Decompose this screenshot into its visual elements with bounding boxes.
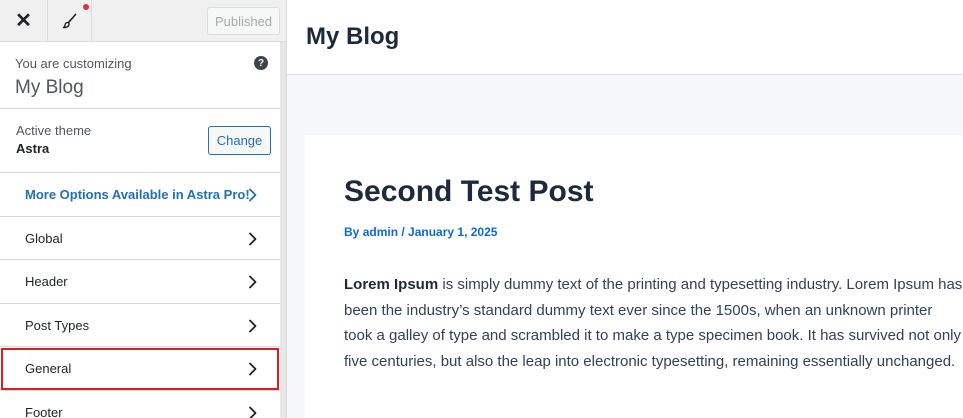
- customizing-site-name: My Blog: [15, 77, 84, 98]
- close-icon: ✕: [15, 10, 32, 32]
- excerpt-lead: Lorem Ipsum: [344, 276, 439, 293]
- meta-separator: /: [398, 225, 409, 239]
- site-header: My Blog: [287, 0, 963, 75]
- sidebar-item-footer[interactable]: Footer: [0, 390, 280, 418]
- sidebar-item-global[interactable]: Global: [0, 216, 280, 260]
- change-theme-button[interactable]: Change: [208, 126, 271, 155]
- close-customizer-button[interactable]: ✕: [0, 0, 48, 41]
- site-title[interactable]: My Blog: [306, 23, 399, 51]
- active-theme-section: Active theme Astra Change: [0, 109, 280, 173]
- chevron-right-icon: [249, 362, 257, 376]
- sidebar-scrollbar[interactable]: [280, 42, 286, 418]
- sidebar-item-general[interactable]: General: [0, 347, 280, 391]
- customizer-sidebar: ✕ Published You are customizing My Blog …: [0, 0, 287, 418]
- customizing-info: You are customizing My Blog ?: [0, 42, 280, 109]
- post-meta: By admin / January 1, 2025: [344, 225, 497, 239]
- post-title[interactable]: Second Test Post: [344, 175, 594, 209]
- active-theme-label: Active theme: [16, 123, 92, 138]
- notification-dot: [83, 4, 89, 10]
- help-icon[interactable]: ?: [254, 56, 268, 70]
- sidebar-item-post-types[interactable]: Post Types: [0, 303, 280, 347]
- active-theme-name: Astra: [16, 141, 50, 156]
- customizing-label: You are customizing: [15, 56, 132, 71]
- sidebar-item-header[interactable]: Header: [0, 260, 280, 304]
- sidebar-item-more-options-available-in-astra-pro[interactable]: More Options Available in Astra Pro!: [0, 173, 280, 217]
- chevron-right-icon: [249, 232, 257, 245]
- brush-icon: [62, 13, 76, 28]
- chevron-right-icon: [249, 319, 257, 332]
- chevron-right-icon: [249, 275, 257, 289]
- customizer-menu: More Options Available in Astra Pro! Glob…: [0, 173, 280, 418]
- published-button[interactable]: Published: [207, 7, 280, 35]
- author-link[interactable]: admin: [363, 225, 398, 239]
- chevron-right-icon: [249, 188, 257, 202]
- sidebar-item-label: Footer: [25, 404, 63, 418]
- sidebar-item-label: Global: [25, 230, 63, 246]
- sidebar-item-label: General: [25, 361, 72, 376]
- meta-prefix: By: [344, 225, 363, 239]
- post-card: Second Test Post By admin / January 1, 2…: [305, 135, 963, 418]
- chevron-right-icon: [249, 406, 257, 418]
- site-preview: My Blog Second Test Post By admin / Janu…: [287, 0, 963, 418]
- customizer-topbar: ✕ Published: [0, 0, 286, 42]
- sidebar-item-label: Post Types: [25, 317, 90, 333]
- date-link[interactable]: January 1, 2025: [408, 225, 497, 239]
- sidebar-item-label: Header: [25, 274, 68, 289]
- post-excerpt: Lorem Ipsum is simply dummy text of the …: [344, 272, 963, 374]
- sidebar-item-label: More Options Available in Astra Pro!: [25, 187, 250, 202]
